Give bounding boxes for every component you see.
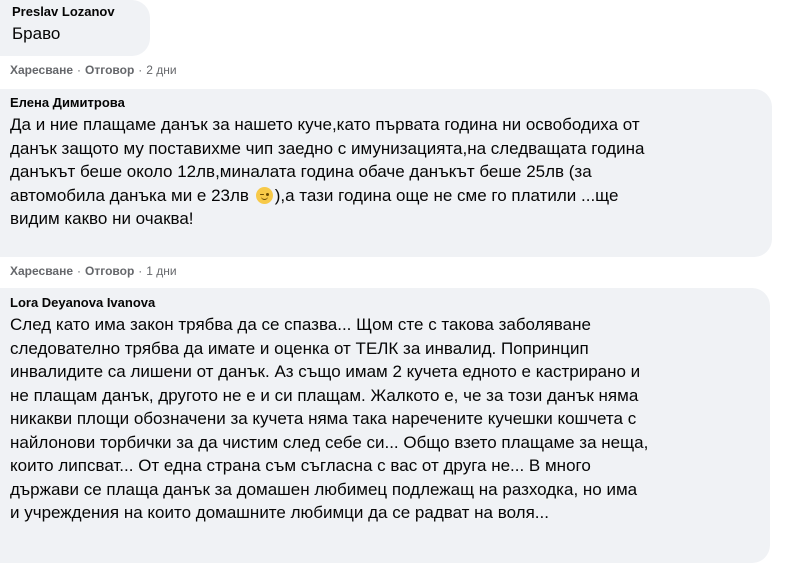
- separator: ·: [138, 264, 143, 278]
- like-button[interactable]: Харесване: [10, 264, 73, 278]
- comment-text: След като има закон трябва да се спазва.…: [10, 315, 649, 522]
- comment-author[interactable]: Елена Димитрова: [10, 95, 125, 110]
- comment-timestamp[interactable]: 1 дни: [146, 264, 176, 278]
- comment-timestamp[interactable]: 2 дни: [146, 63, 176, 77]
- comment-bubble: Preslav Lozanov Браво: [0, 0, 150, 56]
- reply-button[interactable]: Отговор: [85, 63, 134, 77]
- wink-face-icon: [255, 186, 273, 204]
- separator: ·: [77, 63, 82, 77]
- separator: ·: [138, 63, 143, 77]
- comment-bubble: Lora Deyanova Ivanova След като има зако…: [0, 288, 770, 563]
- comment-text: Браво: [12, 24, 61, 43]
- like-button[interactable]: Харесване: [10, 63, 73, 77]
- reply-button[interactable]: Отговор: [85, 264, 134, 278]
- separator: ·: [77, 264, 82, 278]
- comment-author[interactable]: Lora Deyanova Ivanova: [10, 295, 155, 310]
- comment-actions: Харесване · Отговор · 2 дни: [10, 63, 177, 77]
- comment-text: Да и ние плащаме данък за нашето куче,ка…: [10, 113, 765, 231]
- comment-actions: Харесване · Отговор · 1 дни: [10, 264, 177, 278]
- comment-bubble: Елена Димитрова Да и ние плащаме данък з…: [0, 89, 772, 257]
- comment-author[interactable]: Preslav Lozanov: [12, 4, 115, 19]
